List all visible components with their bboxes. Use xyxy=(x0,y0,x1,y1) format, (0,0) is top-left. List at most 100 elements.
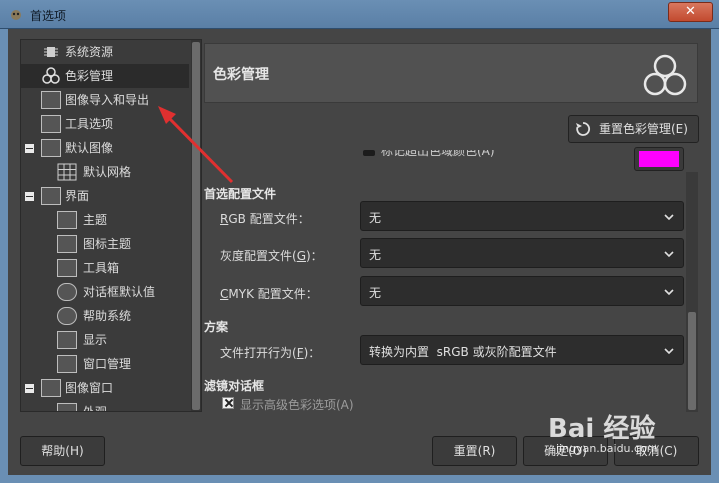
cmyk-profile-label: CMYK 配置文件： xyxy=(220,287,318,301)
tree-item-theme[interactable]: 主题 xyxy=(21,208,189,232)
ok-button[interactable]: 确定(O) xyxy=(523,436,608,466)
theme-icon xyxy=(57,211,77,229)
display-icon xyxy=(57,331,77,349)
tree-item-interface[interactable]: 界面 xyxy=(21,184,189,208)
show-advanced-color-options-label: 显示高级色彩选项(A) xyxy=(240,398,354,412)
tree-scrollbar-thumb[interactable] xyxy=(192,42,200,410)
image-import-icon xyxy=(41,91,61,109)
appearance-icon xyxy=(57,403,77,411)
gimp-app-icon xyxy=(11,10,21,20)
collapse-icon[interactable] xyxy=(25,384,34,393)
out-of-gamut-color-button[interactable] xyxy=(634,147,684,171)
tree-item-toolbox[interactable]: 工具箱 xyxy=(21,256,189,280)
magenta-color-swatch xyxy=(639,151,679,167)
tree-item-tool-options[interactable]: 工具选项 xyxy=(21,112,189,136)
out-of-gamut-label: 标记超出色域颜色(A) xyxy=(381,150,495,158)
default-image-icon xyxy=(41,139,61,157)
file-open-behavior-value: 转换为内置 sRGB 或灰阶配置文件 xyxy=(369,345,557,359)
color-circles-icon xyxy=(643,54,687,96)
image-window-icon xyxy=(41,379,61,397)
tree-item-image-import-export[interactable]: 图像导入和导出 xyxy=(21,88,189,112)
close-icon: ✕ xyxy=(685,4,696,19)
chevron-down-icon xyxy=(664,289,674,296)
tree-item-system-resources[interactable]: 系统资源 xyxy=(21,40,189,64)
grid-icon xyxy=(57,163,77,181)
tree-item-window-management[interactable]: 窗口管理 xyxy=(21,352,189,376)
grayscale-profile-label: 灰度配置文件(G)： xyxy=(220,249,323,263)
rgb-profile-label: RGB 配置文件： xyxy=(220,212,310,226)
chevron-down-icon xyxy=(664,251,674,258)
tree-item-label: 窗口管理 xyxy=(83,357,132,371)
tree-item-appearance[interactable]: 外观 xyxy=(21,400,189,412)
filter-dialogs-heading: 滤镜对话框 xyxy=(204,379,265,393)
show-advanced-color-options-checkbox[interactable] xyxy=(222,397,234,409)
tree-scrollbar[interactable] xyxy=(191,40,201,411)
file-open-behavior-label: 文件打开行为(F)： xyxy=(220,346,321,360)
tree-item-label: 图像窗口 xyxy=(65,381,114,395)
chevron-down-icon xyxy=(664,214,674,221)
tree-item-help-system[interactable]: 帮助系统 xyxy=(21,304,189,328)
page-header: 色彩管理 xyxy=(204,43,698,103)
reset-color-management-button[interactable]: 重置色彩管理(E) xyxy=(568,115,699,143)
settings-scrollbar[interactable] xyxy=(686,172,698,412)
tree-item-label: 帮助系统 xyxy=(83,309,132,323)
rgb-profile-select[interactable]: 无 xyxy=(360,201,684,231)
tree-item-label: 工具选项 xyxy=(65,117,114,131)
settings-scrollbar-thumb[interactable] xyxy=(688,312,696,410)
collapse-icon[interactable] xyxy=(25,144,34,153)
collapse-icon[interactable] xyxy=(25,192,34,201)
rgb-profile-value: 无 xyxy=(369,211,382,225)
chip-icon xyxy=(41,43,61,61)
tree-item-label: 图标主题 xyxy=(83,237,132,251)
tree-item-label: 默认图像 xyxy=(65,141,114,155)
policy-heading: 方案 xyxy=(204,320,229,334)
tree-item-label: 外观 xyxy=(83,405,108,412)
grayscale-profile-select[interactable]: 无 xyxy=(360,238,684,268)
tree-item-label: 图像导入和导出 xyxy=(65,93,150,107)
window-frame-bottom xyxy=(0,475,719,483)
file-open-behavior-select[interactable]: 转换为内置 sRGB 或灰阶配置文件 xyxy=(360,335,684,365)
preferred-profiles-heading: 首选配置文件 xyxy=(204,187,277,201)
window-close-button[interactable]: ✕ xyxy=(668,2,713,22)
tree-item-label: 对话框默认值 xyxy=(83,285,156,299)
window-title: 首选项 xyxy=(30,9,67,23)
tree-item-default-image[interactable]: 默认图像 xyxy=(21,136,189,160)
tree-item-label: 默认网格 xyxy=(83,165,132,179)
help-system-icon xyxy=(57,307,77,325)
color-circles-icon xyxy=(41,67,61,85)
help-button[interactable]: 帮助(H) xyxy=(20,436,105,466)
tree-item-dialog-defaults[interactable]: 对话框默认值 xyxy=(21,280,189,304)
reset-color-management-label: 重置色彩管理(E) xyxy=(599,122,688,136)
interface-icon xyxy=(41,187,61,205)
window-frame-right xyxy=(711,29,719,483)
dialog-defaults-icon xyxy=(57,283,77,301)
tree-item-label: 系统资源 xyxy=(65,45,114,59)
icon-theme-icon xyxy=(57,235,77,253)
cancel-button[interactable]: 取消(C) xyxy=(614,436,699,466)
grayscale-profile-value: 无 xyxy=(369,248,382,262)
page-title: 色彩管理 xyxy=(213,67,269,83)
window-management-icon xyxy=(57,355,77,373)
tree-item-label: 色彩管理 xyxy=(65,69,114,83)
cmyk-profile-select[interactable]: 无 xyxy=(360,276,684,306)
reset-icon xyxy=(576,122,591,136)
category-tree[interactable]: 系统资源 色彩管理 图像导入和导出 工具选项 默认图像 默认网格 界面 主题 图… xyxy=(20,39,202,412)
tree-item-label: 主题 xyxy=(83,213,108,227)
toolbox-icon xyxy=(57,259,77,277)
out-of-gamut-option[interactable]: 标记超出色域颜色(A) xyxy=(363,150,543,162)
reset-button[interactable]: 重置(R) xyxy=(432,436,517,466)
tree-item-color-management[interactable]: 色彩管理 xyxy=(21,64,189,88)
cmyk-profile-value: 无 xyxy=(369,286,382,300)
tool-options-icon xyxy=(41,115,61,133)
tree-item-label: 工具箱 xyxy=(83,261,120,275)
preferences-dialog: 系统资源 色彩管理 图像导入和导出 工具选项 默认图像 默认网格 界面 主题 图… xyxy=(8,29,711,475)
out-of-gamut-checkbox[interactable] xyxy=(363,150,375,156)
tree-item-default-grid[interactable]: 默认网格 xyxy=(21,160,189,184)
tree-item-label: 显示 xyxy=(83,333,108,347)
tree-item-label: 界面 xyxy=(65,189,90,203)
window-frame-left xyxy=(0,29,8,483)
tree-item-image-window[interactable]: 图像窗口 xyxy=(21,376,189,400)
tree-item-icon-theme[interactable]: 图标主题 xyxy=(21,232,189,256)
tree-item-display[interactable]: 显示 xyxy=(21,328,189,352)
chevron-down-icon xyxy=(664,348,674,355)
